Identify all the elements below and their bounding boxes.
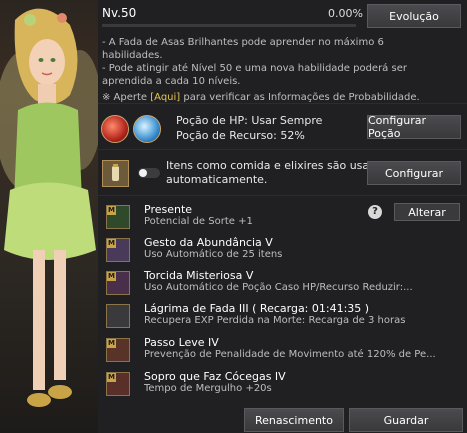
info-line-1: - A Fada de Asas Brilhantes pode aprende…	[102, 37, 384, 61]
clover-icon: M	[106, 205, 130, 229]
skill-item: M Presente Potencial de Sorte +1	[102, 203, 467, 237]
divider	[98, 149, 467, 150]
master-badge: M	[107, 206, 116, 215]
tickle-breath-icon: M	[106, 372, 130, 396]
auto-use-text: Itens como comida e elixires são usados …	[166, 159, 389, 187]
skill-item: M Gesto da Abundância V Uso Automático d…	[102, 236, 467, 270]
resource-potion-setting: Poção de Recurso: 52%	[176, 129, 305, 142]
auto-use-text-line-1: Itens como comida e elixires são usados	[166, 159, 389, 172]
configure-auto-use-button[interactable]: Configurar	[367, 161, 461, 185]
hp-potion-setting: Poção de HP: Usar Sempre	[176, 114, 323, 127]
skill-item: M Passo Leve IV Prevenção de Penalidade …	[102, 336, 467, 370]
skill-desc: Potencial de Sorte +1	[144, 216, 253, 227]
skill-name: Sopro que Faz Cócegas IV	[144, 370, 286, 383]
skill-name: Passo Leve IV	[144, 336, 219, 349]
resource-potion-icon	[133, 115, 161, 143]
skill-item: M Sopro que Faz Cócegas IV Tempo de Merg…	[102, 370, 467, 404]
master-badge: M	[107, 373, 116, 382]
save-button[interactable]: Guardar	[349, 408, 463, 432]
note-prefix: ※ Aperte	[102, 92, 151, 103]
level-label: Nv.50	[102, 6, 137, 20]
fairy-info-panel: Nv.50 0.00% Evolução - A Fada de Asas Br…	[98, 0, 467, 433]
potion-settings-text: Poção de HP: Usar Sempre Poção de Recurs…	[176, 113, 322, 143]
master-badge: M	[107, 339, 116, 348]
master-badge: M	[107, 272, 116, 281]
skill-name: Lágrima de Fada III ( Recarga: 01:41:35 …	[144, 302, 370, 315]
level-progress-text: 0.00%	[328, 7, 363, 20]
auto-use-text-line-2: automaticamente.	[166, 173, 268, 186]
auto-use-toggle[interactable]	[138, 168, 160, 178]
evolution-button[interactable]: Evolução	[367, 4, 461, 28]
info-line-2: - Pode atingir até Nível 50 e uma nova h…	[102, 63, 407, 87]
skill-name: Gesto da Abundância V	[144, 236, 273, 249]
fairy-portrait	[0, 0, 98, 433]
divider	[98, 195, 467, 196]
bottle-icon	[112, 164, 119, 181]
skill-name: Presente	[144, 203, 193, 216]
master-badge: M	[107, 239, 116, 248]
configure-potion-button[interactable]: Configurar Poção	[367, 114, 461, 140]
skill-desc: Tempo de Mergulho +20s	[144, 383, 272, 394]
fairy-figure-image	[0, 8, 98, 407]
potion-cheer-icon: M	[106, 271, 130, 295]
rebirth-button[interactable]: Renascimento	[244, 408, 344, 432]
skill-desc: Prevenção de Penalidade de Movimento até…	[144, 349, 436, 360]
skill-desc: Recupera EXP Perdida na Morte: Recarga d…	[144, 315, 406, 326]
skill-name: Torcida Misteriosa V	[144, 269, 254, 282]
fairy-tear-icon	[106, 304, 130, 328]
fairy-info-text: - A Fada de Asas Brilhantes pode aprende…	[102, 36, 427, 104]
skill-desc: Uso Automático de 25 itens	[144, 249, 283, 260]
note-suffix: para verificar as Informações de Probabi…	[180, 92, 420, 103]
divider	[98, 103, 467, 104]
hp-potion-icon	[101, 115, 129, 143]
food-elixir-icon	[102, 160, 129, 187]
skill-item: M Torcida Misteriosa V Uso Automático de…	[102, 269, 467, 303]
light-step-icon: M	[106, 338, 130, 362]
fairy-gesture-icon: M	[106, 238, 130, 262]
exp-progress-bar	[102, 24, 356, 27]
skill-desc: Uso Automático de Poção Caso HP/Recurso …	[144, 282, 413, 293]
skill-item: Lágrima de Fada III ( Recarga: 01:41:35 …	[102, 302, 467, 336]
probability-link[interactable]: [Aqui]	[150, 92, 180, 103]
